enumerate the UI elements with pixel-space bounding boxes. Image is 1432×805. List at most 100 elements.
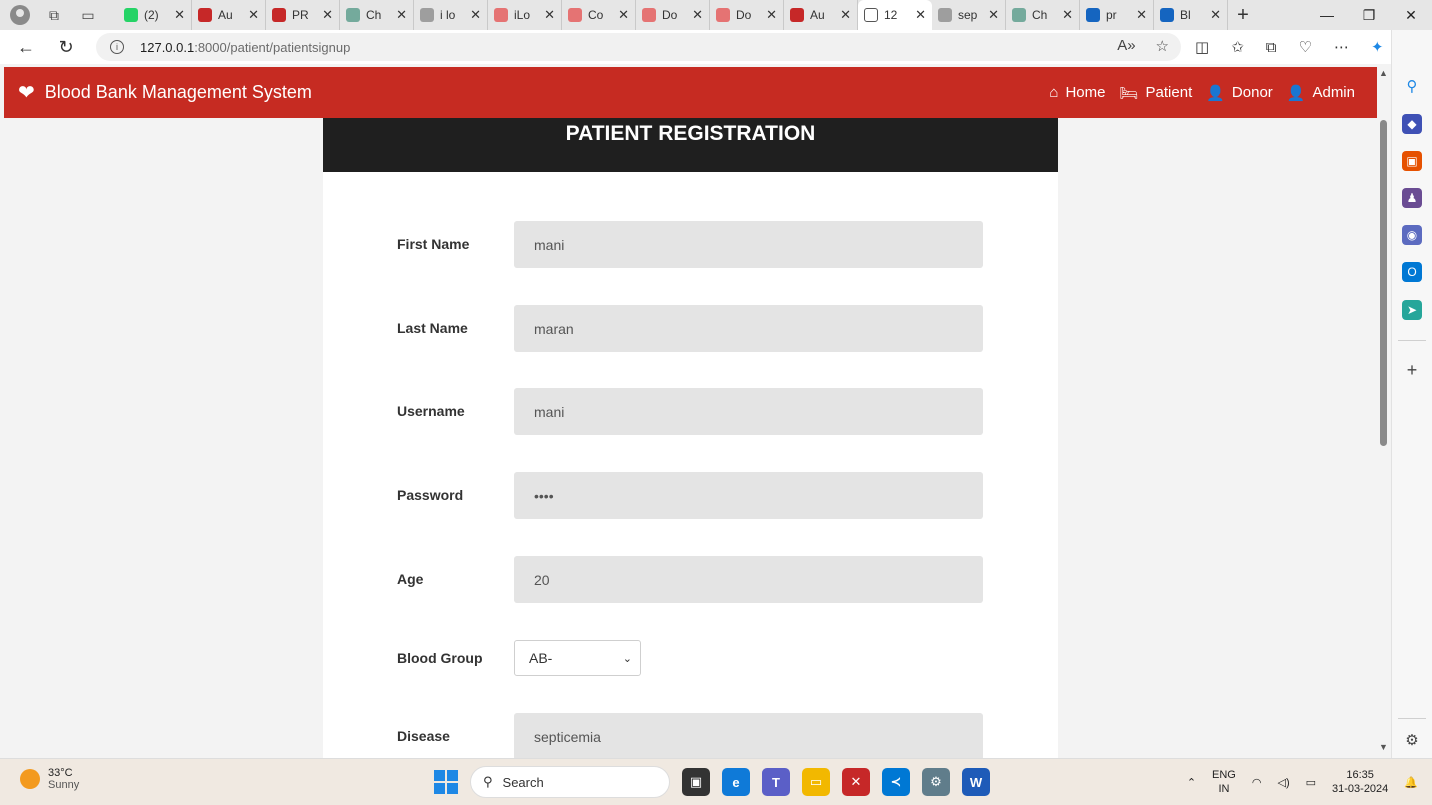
favorite-star-icon[interactable]: ☆ (1156, 37, 1169, 55)
close-tab-icon[interactable]: ✕ (692, 7, 703, 23)
close-tab-icon[interactable]: ✕ (618, 7, 629, 23)
browser-tab[interactable]: Ch ✕ (1006, 0, 1080, 30)
page-scrollbar[interactable]: ▲ ▼ (1377, 64, 1391, 758)
sidebar-tools-icon[interactable]: ▣ (1402, 151, 1422, 171)
system-tray: ⌃ ENG IN ◠ ◁) ▭ 16:35 31-03-2024 🔔 (1187, 765, 1418, 799)
brand-title: Blood Bank Management System (44, 82, 312, 102)
nav-link-label: Admin (1312, 84, 1355, 101)
browser-tab[interactable]: Do ✕ (636, 0, 710, 30)
scrollbar-thumb[interactable] (1380, 120, 1387, 446)
close-tab-icon[interactable]: ✕ (1210, 7, 1221, 23)
edge-icon[interactable]: e (722, 768, 750, 796)
browser-tab[interactable]: Ch ✕ (340, 0, 414, 30)
close-tab-icon[interactable]: ✕ (1062, 7, 1073, 23)
close-tab-icon[interactable]: ✕ (1136, 7, 1147, 23)
workspaces-icon[interactable]: ⧉ (44, 5, 64, 25)
sidebar-add-icon[interactable]: + (1402, 360, 1422, 380)
browser-tab[interactable]: (2) ✕ (118, 0, 192, 30)
close-tab-icon[interactable]: ✕ (396, 7, 407, 23)
sidebar-shopping-icon[interactable]: ◆ (1402, 114, 1422, 134)
collections-icon[interactable]: ⧉ (1266, 39, 1277, 56)
close-tab-icon[interactable]: ✕ (766, 7, 777, 23)
browser-tab[interactable]: sep ✕ (932, 0, 1006, 30)
read-aloud-icon[interactable]: A» (1117, 37, 1135, 55)
refresh-button[interactable]: ↻ (46, 30, 86, 64)
browser-tab[interactable]: Bl ✕ (1154, 0, 1228, 30)
sidebar-drop-icon[interactable]: ➤ (1402, 300, 1422, 320)
site-info-icon[interactable]: i (110, 40, 124, 54)
sidebar-outlook-icon[interactable]: O (1402, 262, 1422, 282)
browser-tab[interactable]: PR ✕ (266, 0, 340, 30)
clock-date: 31-03-2024 (1332, 783, 1389, 795)
age-label: Age (397, 571, 424, 587)
username-input[interactable] (514, 388, 983, 435)
tab-actions-icon[interactable]: ▭ (78, 5, 98, 25)
scroll-up-arrow-icon[interactable]: ▲ (1379, 68, 1388, 78)
copilot-icon[interactable]: ✦ (1371, 38, 1384, 56)
browser-tab[interactable]: Au ✕ (784, 0, 858, 30)
language-indicator[interactable]: ENG IN (1212, 768, 1236, 796)
profile-icon[interactable] (10, 5, 30, 25)
file-explorer-icon[interactable]: ▭ (802, 768, 830, 796)
scroll-down-arrow-icon[interactable]: ▼ (1379, 742, 1388, 752)
age-input[interactable] (514, 556, 983, 603)
close-tab-icon[interactable]: ✕ (248, 7, 259, 23)
split-screen-icon[interactable]: ◫ (1195, 38, 1209, 56)
volume-icon[interactable]: ◁) (1277, 776, 1289, 789)
word-icon[interactable]: W (962, 768, 990, 796)
close-tab-icon[interactable]: ✕ (840, 7, 851, 23)
teams-icon[interactable]: T (762, 768, 790, 796)
battery-icon[interactable]: ▭ (1306, 776, 1316, 789)
browser-tab[interactable]: Do ✕ (710, 0, 784, 30)
nav-link-patient[interactable]: 🛏 Patient (1119, 84, 1192, 102)
sidebar-settings-icon[interactable]: ⚙ (1402, 730, 1422, 750)
close-tab-icon[interactable]: ✕ (544, 7, 555, 23)
sidebar-search-icon[interactable]: ⚲ (1402, 76, 1422, 96)
disease-input[interactable] (514, 713, 983, 758)
clock[interactable]: 16:35 31-03-2024 (1332, 768, 1388, 796)
browser-tab[interactable]: pr ✕ (1080, 0, 1154, 30)
wifi-icon[interactable]: ◠ (1252, 776, 1262, 789)
weather-widget[interactable]: 33°C Sunny (20, 767, 79, 791)
new-tab-button[interactable]: + (1228, 4, 1258, 27)
performance-icon[interactable]: ♡ (1298, 38, 1311, 56)
close-window-button[interactable]: ✕ (1390, 0, 1432, 30)
nav-link-donor[interactable]: 👤 Donor (1206, 84, 1273, 102)
restore-button[interactable]: ❐ (1348, 0, 1390, 30)
close-tab-icon[interactable]: ✕ (470, 7, 481, 23)
tray-overflow-icon[interactable]: ⌃ (1187, 776, 1196, 789)
browser-tab[interactable]: iLo ✕ (488, 0, 562, 30)
back-button[interactable]: ← (6, 30, 46, 64)
close-tab-icon[interactable]: ✕ (988, 7, 999, 23)
windows-start-icon[interactable] (434, 770, 458, 794)
more-menu-icon[interactable]: ⋯ (1334, 38, 1349, 56)
blood-group-select[interactable]: AB- ⌄ (514, 640, 641, 676)
last-name-input[interactable] (514, 305, 983, 352)
minimize-button[interactable]: — (1306, 0, 1348, 30)
browser-tab[interactable]: i lo ✕ (414, 0, 488, 30)
settings-gear-icon[interactable]: ⚙ (922, 768, 950, 796)
site-brand[interactable]: ❤ Blood Bank Management System (4, 80, 312, 105)
browser-tab[interactable]: Co ✕ (562, 0, 636, 30)
notification-bell-icon[interactable]: 🔔 (1404, 776, 1418, 789)
sidebar-games-icon[interactable]: ♟ (1402, 188, 1422, 208)
browser-tab[interactable]: Au ✕ (192, 0, 266, 30)
close-tab-icon[interactable]: ✕ (174, 7, 185, 23)
close-tab-icon[interactable]: ✕ (322, 7, 333, 23)
tab-title: Ch (366, 8, 382, 22)
vscode-icon[interactable]: ≺ (882, 768, 910, 796)
favorites-icon[interactable]: ✩ (1231, 38, 1244, 56)
address-bar[interactable]: i 127.0.0.1:8000/patient/patientsignup A… (96, 33, 1181, 61)
nav-link-admin[interactable]: 👤 Admin (1287, 84, 1355, 102)
heart-icon (716, 8, 730, 22)
task-view-icon[interactable]: ▣ (682, 768, 710, 796)
close-tab-icon[interactable]: ✕ (915, 7, 926, 23)
first-name-input[interactable] (514, 221, 983, 268)
taskbar-search[interactable]: ⚲ Search (470, 766, 670, 798)
nav-link-home[interactable]: ⌂ Home (1049, 84, 1105, 101)
bed-icon: 🛏 (1119, 84, 1139, 102)
xampp-icon[interactable]: ✕ (842, 768, 870, 796)
browser-tab[interactable]: 12 ✕ (858, 0, 932, 30)
password-input[interactable] (514, 472, 983, 519)
sidebar-m365-icon[interactable]: ◉ (1402, 225, 1422, 245)
